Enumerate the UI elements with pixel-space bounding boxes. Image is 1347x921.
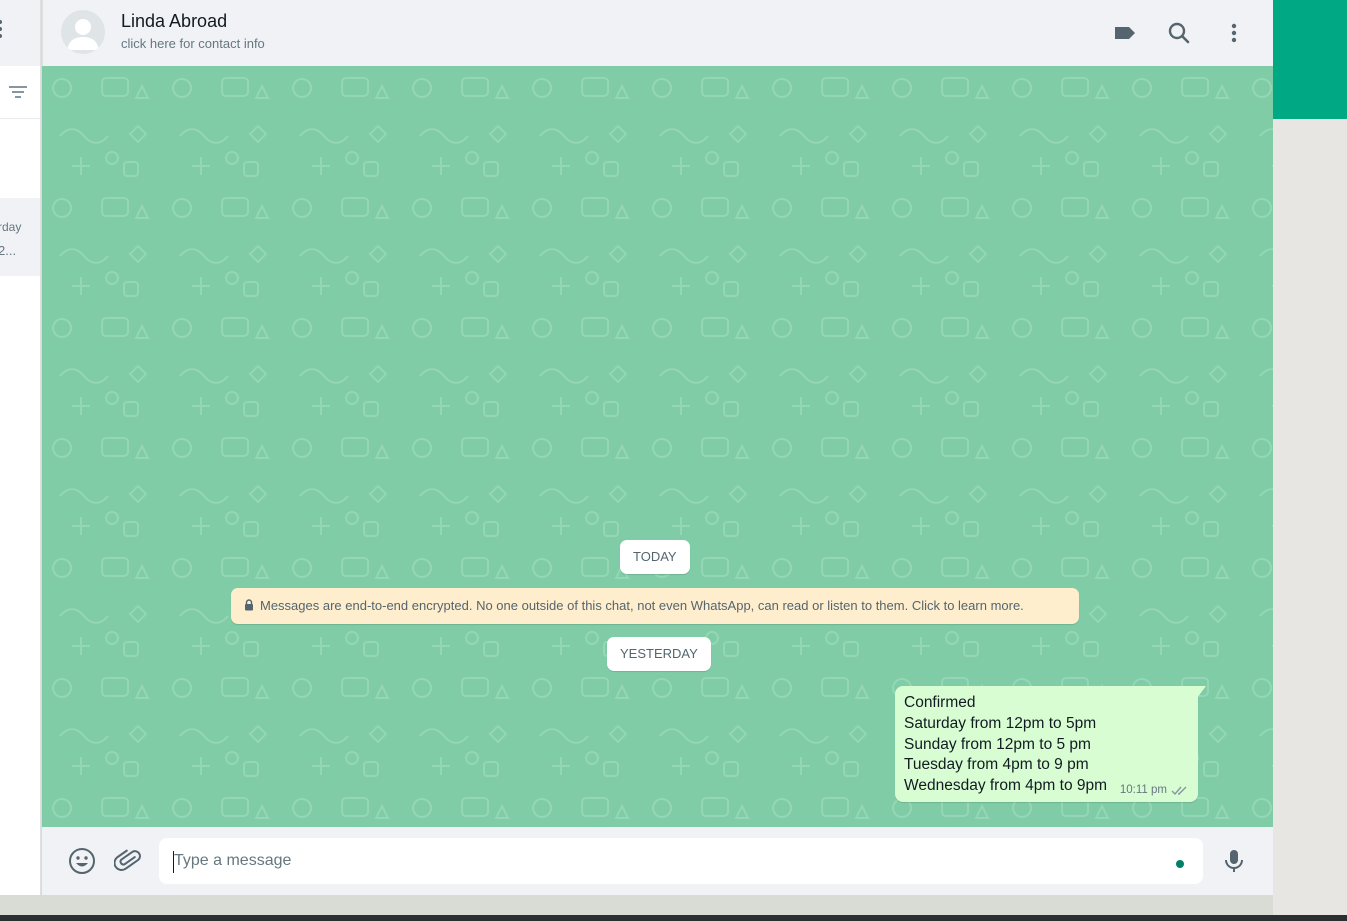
encryption-notice-text: Messages are end-to-end encrypted. No on… [260,598,1024,613]
message-list[interactable]: TODAY Messages are end-to-end encrypted.… [42,66,1273,827]
label-icon[interactable] [1112,20,1138,46]
chat-list-sidebar: rday 2... [0,0,41,895]
message-text-line: Tuesday from 4pm to 9 pm [904,756,1089,774]
sidebar-header [0,0,40,66]
avatar[interactable] [61,10,105,54]
message-text-line: Sunday from 12pm to 5 pm [904,735,1091,753]
chat-list-item-time: rday [0,220,22,234]
conversation-panel: Linda Abroad click here for contact info [42,0,1273,895]
message-input[interactable] [159,838,1203,884]
conversation-header[interactable]: Linda Abroad click here for contact info [42,0,1273,66]
sidebar-search-row [0,66,40,119]
bubble-tail-icon [1197,686,1206,698]
default-avatar-icon [67,19,99,50]
date-divider-today: TODAY [620,540,690,574]
chat-list-item[interactable]: rday 2... [0,198,40,276]
date-divider-yesterday: YESTERDAY [607,637,711,671]
backdrop-panel [1273,119,1347,915]
double-check-icon [1171,786,1187,795]
contact-info-hint[interactable]: click here for contact info [121,36,265,51]
taskbar-edge [0,915,1347,921]
text-caret [173,851,174,873]
backdrop-accent-band [1273,0,1347,119]
emoji-icon[interactable] [68,847,96,875]
contact-name[interactable]: Linda Abroad [121,11,227,32]
lock-icon [245,599,253,611]
mic-icon[interactable] [1220,847,1248,875]
message-text-line: Saturday from 12pm to 5pm [904,714,1097,732]
filter-icon[interactable] [9,86,27,100]
message-meta: 10:11 pm [1120,784,1189,796]
message-time: 10:11 pm [1119,784,1167,796]
sidebar-menu-icon[interactable] [0,20,6,44]
chat-list-item-preview: 2... [0,243,17,258]
outgoing-message[interactable]: Confirmed Saturday from 12pm to 5pm Sund… [895,686,1206,802]
search-icon[interactable] [1166,20,1192,46]
input-status-dot [1176,860,1184,868]
message-composer [42,827,1273,895]
encryption-notice[interactable]: Messages are end-to-end encrypted. No on… [231,588,1079,624]
attach-icon[interactable] [113,847,142,875]
more-options-icon[interactable] [1221,20,1247,46]
message-text-line: Confirmed [904,694,976,711]
